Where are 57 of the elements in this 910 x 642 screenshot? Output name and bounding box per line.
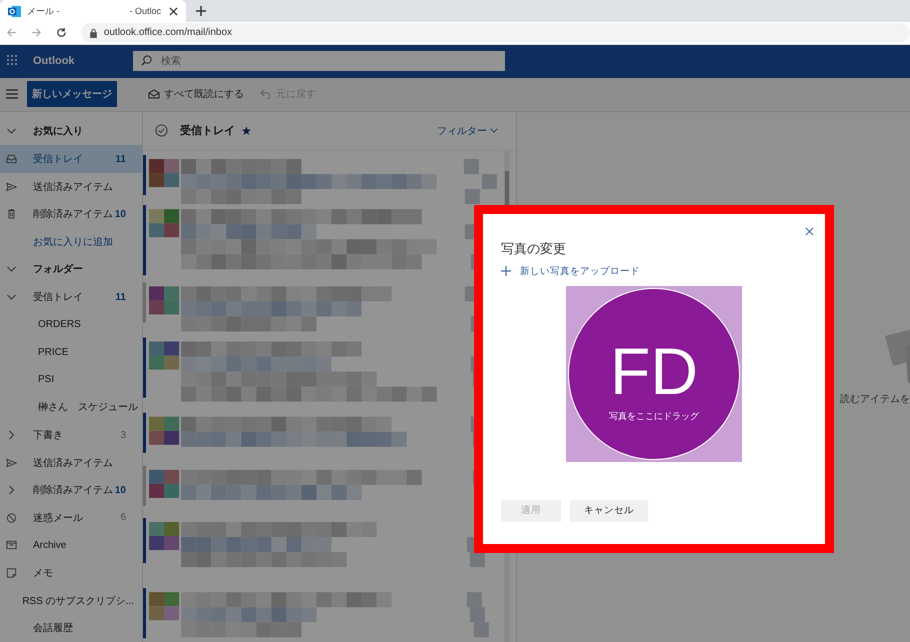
photo-drop-area[interactable]: FD 写真をここにドラッグ <box>566 286 742 462</box>
list-title: 受信トレイ <box>180 124 235 138</box>
browser-tab[interactable]: メール - - Outloc <box>0 0 186 22</box>
favorite-star[interactable]: ★ <box>241 124 252 138</box>
blocked-icon <box>6 512 17 523</box>
close-icon[interactable] <box>169 6 178 16</box>
chevron-icon <box>490 128 498 134</box>
drop-hint: 写真をここにドラッグ <box>609 410 699 424</box>
folder-item[interactable]: 受信トレイ 11 <box>0 283 142 311</box>
reading-pane-hint: 読むアイテムを <box>840 392 910 406</box>
folder-item[interactable]: 迷惑メール 6 <box>0 504 142 532</box>
folder-item[interactable]: PRICE <box>0 338 142 366</box>
filter-button[interactable]: フィルター <box>431 122 504 139</box>
avatar-initials: FD <box>610 338 698 404</box>
folder-item[interactable]: 下書き 3 <box>0 421 142 449</box>
folder-item[interactable]: 削除済みアイテム 10 <box>0 200 142 228</box>
outlook-app-icon <box>8 4 21 18</box>
folder-item[interactable]: RSS のサブスクリプシ... <box>0 586 142 614</box>
menu-icon[interactable] <box>6 89 18 100</box>
trash-icon <box>6 209 17 220</box>
folder-item[interactable]: お気に入りに追加 <box>0 228 142 256</box>
folder-item[interactable]: 榊さん スケジュール <box>0 394 142 422</box>
upload-link[interactable]: 新しい写真をアップロード <box>501 264 807 278</box>
app-launcher-icon[interactable] <box>7 55 19 68</box>
address-bar[interactable]: outlook.office.com/mail/inbox <box>80 23 910 42</box>
cancel-button[interactable]: キャンセル <box>570 500 648 522</box>
send-icon <box>6 458 17 468</box>
folder-item[interactable]: 送信済みアイテム <box>0 448 142 476</box>
search-icon <box>141 55 152 66</box>
folder-item[interactable]: PSI <box>0 366 142 394</box>
selected-folder-item[interactable]: 受信トレイ 11 <box>0 145 142 173</box>
folder-item[interactable]: 削除済みアイテム 10 <box>0 476 142 504</box>
send-icon <box>6 182 17 192</box>
undo-icon <box>260 89 272 100</box>
new-message-button[interactable]: 新しいメッセージ <box>27 81 117 108</box>
archive-icon <box>6 540 17 550</box>
tab-title: メール - <box>27 4 60 18</box>
folder-item[interactable]: お気に入り <box>0 118 142 146</box>
envelope-icon <box>148 89 160 100</box>
dialog-title: 写真の変更 <box>501 240 567 258</box>
search-field[interactable]: 検索 <box>133 51 505 72</box>
new-tab-icon[interactable] <box>196 6 206 16</box>
tab-title: - Outloc <box>129 6 161 16</box>
app-name: Outlook <box>33 55 76 68</box>
folder-item[interactable]: Archive <box>0 532 142 560</box>
folder-item[interactable]: メモ <box>0 559 142 587</box>
toolbar-button[interactable]: すべて既読にする <box>142 86 250 102</box>
folder-item[interactable]: 会話履歴 <box>0 614 142 642</box>
folder-item[interactable]: フォルダー <box>0 256 142 284</box>
folder-item[interactable]: ORDERS <box>0 310 142 338</box>
reload-icon[interactable] <box>56 27 67 38</box>
inbox-icon <box>6 154 17 164</box>
note-icon <box>6 568 17 578</box>
plus-icon <box>501 266 511 276</box>
close-icon[interactable] <box>805 226 814 236</box>
select-all-icon[interactable] <box>155 124 168 138</box>
lock-icon <box>88 28 98 38</box>
